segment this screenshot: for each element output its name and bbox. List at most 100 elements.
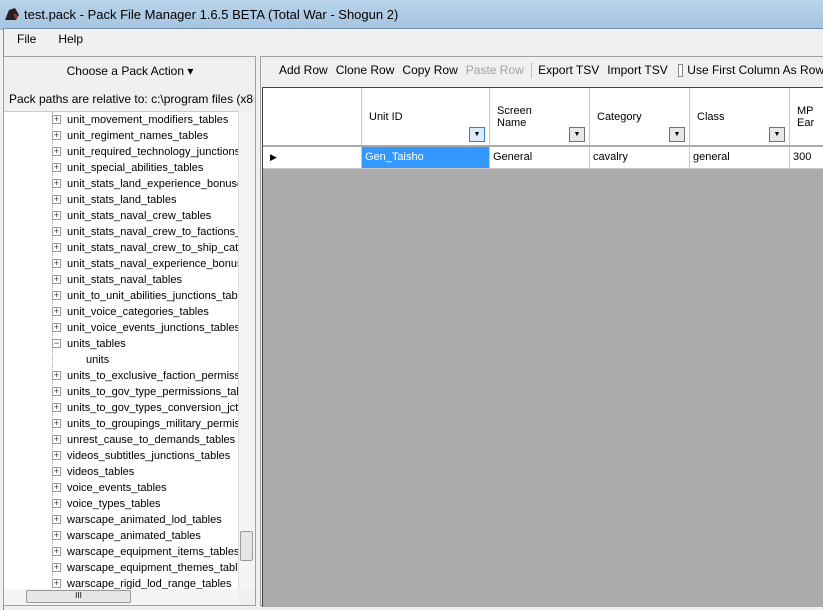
column-header-label: MP Ear (797, 104, 815, 129)
tree-item-label: unit_stats_naval_experience_bonus (67, 258, 238, 270)
expand-icon[interactable]: + (52, 547, 61, 556)
table-cell[interactable]: Gen_Taisho (362, 147, 490, 169)
tree-item-label: warscape_equipment_items_tables (67, 546, 238, 558)
column-header-label: Unit ID (369, 110, 403, 123)
clone-row-button[interactable]: Clone Row (332, 63, 399, 77)
tree-item-label: videos_subtitles_junctions_tables (67, 450, 231, 462)
expand-icon[interactable]: + (52, 499, 61, 508)
data-grid[interactable]: ▶ Unit ID ▼ Screen Name ▼ Category ▼ Class ▼ MP … (262, 87, 823, 607)
tree-item-label: unit_required_technology_junctions (67, 146, 238, 158)
filter-dropdown-icon[interactable]: ▼ (469, 127, 485, 142)
expand-icon[interactable]: + (52, 179, 61, 188)
filter-dropdown-icon[interactable]: ▼ (569, 127, 585, 142)
tree-item-label: unit_stats_land_tables (67, 194, 177, 206)
use-first-column-label: Use First Column As Row (687, 63, 823, 77)
expand-icon[interactable]: + (52, 419, 61, 428)
expand-icon[interactable]: + (52, 291, 61, 300)
column-header[interactable]: Category ▼ (590, 88, 690, 146)
tree-item-label: unit_stats_naval_crew_tables (67, 210, 212, 222)
collapse-icon[interactable]: − (52, 339, 61, 348)
add-row-button[interactable]: Add Row (275, 63, 332, 77)
expand-icon[interactable]: + (52, 563, 61, 572)
expand-icon[interactable]: + (52, 387, 61, 396)
pack-paths-label: Pack paths are relative to: c:\program f… (9, 92, 254, 106)
use-first-column-checkbox[interactable] (677, 63, 684, 77)
expand-icon[interactable]: + (52, 579, 61, 588)
tree-item-label: units_to_gov_type_permissions_tab (67, 386, 238, 398)
tree-item-label: warscape_equipment_themes_table (67, 562, 238, 574)
title-bar: test.pack - Pack File Manager 1.6.5 BETA… (0, 0, 823, 30)
tree-item-label: unit_voice_categories_tables (67, 306, 209, 318)
expand-icon[interactable]: + (52, 115, 61, 124)
expand-icon[interactable]: + (52, 227, 61, 236)
tree-item-label: unit_voice_events_junctions_tables (67, 322, 238, 334)
column-header[interactable]: Class ▼ (690, 88, 790, 146)
expand-icon[interactable]: + (52, 131, 61, 140)
expand-icon[interactable]: + (52, 483, 61, 492)
table-editor: Add Row Clone Row Copy Row Paste Row Exp… (260, 56, 823, 607)
column-header[interactable]: Unit ID ▼ (362, 88, 490, 146)
tree-item-label: unit_stats_naval_crew_to_ship_cat (67, 242, 238, 254)
app-icon (5, 8, 19, 20)
tree-item-label: units_to_exclusive_faction_permissi (67, 370, 238, 382)
tree-item-label: warscape_animated_tables (67, 530, 201, 542)
expand-icon[interactable]: + (52, 275, 61, 284)
export-tsv-button[interactable]: Export TSV (534, 63, 603, 77)
expand-icon[interactable]: + (52, 371, 61, 380)
column-header[interactable]: MP Ear (790, 88, 823, 146)
tree-item-label: units_to_groupings_military_permiss (67, 418, 238, 430)
expand-icon[interactable]: + (52, 467, 61, 476)
column-header-label: Class (697, 110, 725, 123)
tree-item-label: warscape_animated_lod_tables (67, 514, 222, 526)
expand-icon[interactable]: + (52, 515, 61, 524)
tree-item-label: unit_to_unit_abilities_junctions_table (67, 290, 238, 302)
expand-icon[interactable]: + (52, 403, 61, 412)
tree-item-label: warscape_rigid_lod_range_tables (67, 578, 232, 589)
tree-item-label: unit_regiment_names_tables (67, 130, 209, 142)
import-tsv-button[interactable]: Import TSV (603, 63, 671, 77)
window-title: test.pack - Pack File Manager 1.6.5 BETA… (24, 7, 399, 22)
expand-icon[interactable]: + (52, 147, 61, 156)
tree-item-label: unit_stats_naval_crew_to_factions_ (67, 226, 238, 238)
filter-dropdown-icon[interactable]: ▼ (769, 127, 785, 142)
paste-row-button[interactable]: Paste Row (462, 63, 528, 77)
tree-item-label: videos_tables (67, 466, 135, 478)
column-header-label: Screen Name (497, 104, 532, 129)
expand-icon[interactable]: + (52, 163, 61, 172)
expand-icon[interactable]: + (52, 307, 61, 316)
scroll-thumb[interactable] (240, 531, 253, 561)
expand-icon[interactable]: + (52, 451, 61, 460)
expand-icon[interactable]: + (52, 323, 61, 332)
table-cell[interactable]: General (490, 147, 590, 169)
expand-icon[interactable]: + (52, 435, 61, 444)
expand-icon[interactable]: + (52, 531, 61, 540)
tree-item-label: voice_events_tables (67, 482, 167, 494)
pack-tree[interactable]: + unit_movement_modifiers_tables + unit_reg… (4, 111, 238, 589)
tree-item-label: voice_types_tables (67, 498, 161, 510)
tree-item-label: unit_special_abilities_tables (67, 162, 204, 174)
tree-item-label: units (86, 354, 110, 366)
left-panel: Choose a Pack Action ▾ Pack paths are re… (3, 56, 256, 606)
tree-item-label: unit_movement_modifiers_tables (67, 114, 229, 126)
expand-icon[interactable]: + (52, 211, 61, 220)
table-cell[interactable]: cavalry (590, 147, 690, 169)
tree-vertical-scrollbar[interactable] (238, 111, 254, 589)
tree-item-label: units_tables (67, 338, 126, 350)
filter-dropdown-icon[interactable]: ▼ (669, 127, 685, 142)
table-cell[interactable]: general (690, 147, 790, 169)
tree-horizontal-scrollbar[interactable]: III (4, 589, 238, 605)
tree-item-label: unit_stats_naval_tables (67, 274, 182, 286)
row-header-corner (263, 88, 362, 146)
menu-file[interactable]: File (3, 29, 44, 51)
column-header[interactable]: Screen Name ▼ (490, 88, 590, 146)
copy-row-button[interactable]: Copy Row (398, 63, 461, 77)
expand-icon[interactable]: + (52, 195, 61, 204)
expand-icon[interactable]: + (52, 243, 61, 252)
row-header[interactable]: ▶ (263, 147, 362, 169)
menu-help[interactable]: Help (44, 29, 91, 51)
toolbar: Add Row Clone Row Copy Row Paste Row Exp… (261, 57, 823, 83)
scroll-thumb[interactable]: III (26, 590, 131, 603)
pack-action-dropdown[interactable]: Choose a Pack Action ▾ (4, 57, 256, 85)
table-cell[interactable]: 300 (790, 147, 823, 169)
expand-icon[interactable]: + (52, 259, 61, 268)
